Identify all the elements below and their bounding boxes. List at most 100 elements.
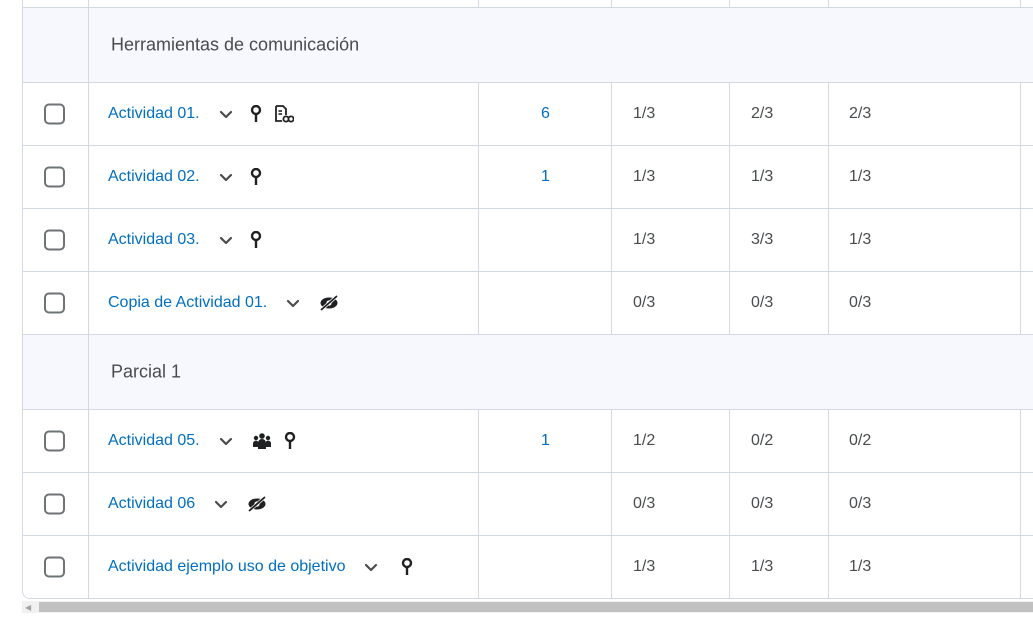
column-divider: [828, 272, 829, 334]
activity-name-cell: Actividad 03.: [108, 231, 262, 249]
activity-name-cell: Actividad 02.: [108, 168, 262, 186]
activities-table: Herramientas de comunicación Actividad 0…: [22, 0, 1033, 599]
table-row: Actividad 02. 1 1/3 1/3 1/3: [23, 146, 1033, 209]
chevron-down-icon[interactable]: [213, 496, 229, 512]
progress-cell: 0/3: [633, 495, 656, 512]
table-row: Actividad ejemplo uso de objetivo 1/3 1/…: [23, 536, 1033, 598]
column-divider: [611, 209, 612, 271]
row-checkbox[interactable]: [44, 166, 65, 188]
activity-link[interactable]: Actividad 03.: [108, 231, 200, 249]
row-checkbox[interactable]: [44, 430, 65, 452]
table-row: Actividad 06 0/3 0/3 0/3: [23, 473, 1033, 536]
progress-cell: 1/3: [849, 231, 872, 248]
progress-cell: 0/3: [633, 294, 656, 311]
release-conditions-icon: [274, 105, 294, 123]
column-divider: [478, 272, 479, 334]
activity-link[interactable]: Actividad 06: [108, 495, 195, 513]
objective-icon: [402, 558, 413, 575]
column-divider: [88, 272, 89, 334]
table-header-row: [23, 0, 1033, 8]
chevron-down-icon[interactable]: [218, 106, 234, 122]
row-checkbox[interactable]: [44, 103, 65, 125]
progress-cell: 1/3: [751, 558, 774, 575]
hidden-icon: [248, 496, 267, 512]
progress-cell: 1/3: [849, 558, 872, 575]
column-divider: [88, 410, 89, 472]
column-divider: [729, 209, 730, 271]
scroll-left-arrow-icon[interactable]: ◀: [25, 603, 35, 612]
column-divider: [611, 272, 612, 334]
column-divider: [1020, 83, 1021, 145]
column-divider: [828, 146, 829, 208]
section-row: Parcial 1: [23, 335, 1033, 410]
column-divider: [611, 146, 612, 208]
activity-name-cell: Copia de Actividad 01.: [108, 294, 339, 312]
column-divider: [1020, 209, 1021, 271]
column-divider: [88, 335, 89, 409]
count-link[interactable]: 6: [541, 105, 550, 123]
column-divider: [729, 536, 730, 598]
column-divider: [478, 536, 479, 598]
column-divider: [729, 83, 730, 145]
column-divider: [478, 146, 479, 208]
table-row: Actividad 01. 6 1/3 2/3 2/3: [23, 83, 1033, 146]
hidden-icon: [320, 295, 339, 311]
row-checkbox[interactable]: [44, 292, 65, 314]
count-link[interactable]: 1: [541, 168, 550, 186]
row-checkbox[interactable]: [44, 229, 65, 251]
column-divider: [88, 8, 89, 82]
progress-cell: 1/2: [633, 432, 656, 449]
column-divider: [88, 209, 89, 271]
column-divider: [478, 209, 479, 271]
activity-name-cell: Actividad 06: [108, 495, 267, 513]
column-divider: [729, 410, 730, 472]
row-checkbox[interactable]: [44, 556, 65, 578]
objective-icon: [250, 168, 261, 185]
activity-name-cell: Actividad 05.: [108, 432, 296, 450]
row-checkbox[interactable]: [44, 493, 65, 515]
activity-link[interactable]: Actividad 02.: [108, 168, 200, 186]
objective-icon: [250, 231, 261, 248]
column-divider: [828, 410, 829, 472]
column-divider: [828, 536, 829, 598]
objective-icon: [250, 105, 261, 122]
column-divider: [88, 473, 89, 535]
chevron-down-icon[interactable]: [218, 433, 234, 449]
chevron-down-icon[interactable]: [218, 232, 234, 248]
section-title: Herramientas de comunicación: [111, 34, 360, 55]
column-divider: [828, 473, 829, 535]
column-divider: [478, 410, 479, 472]
progress-cell: 2/3: [751, 105, 774, 122]
progress-cell: 1/3: [633, 168, 656, 185]
table-row: Actividad 03. 1/3 3/3 1/3: [23, 209, 1033, 272]
table-row: Copia de Actividad 01. 0/3 0/3 0/3: [23, 272, 1033, 335]
column-divider: [1020, 146, 1021, 208]
column-divider: [1020, 272, 1021, 334]
column-divider: [729, 146, 730, 208]
column-divider: [828, 83, 829, 145]
count-link[interactable]: 1: [541, 432, 550, 450]
column-divider: [1020, 410, 1021, 472]
activity-link[interactable]: Actividad 05.: [108, 432, 200, 450]
progress-cell: 0/2: [849, 432, 872, 449]
scrollbar-thumb[interactable]: [39, 602, 1033, 612]
column-divider: [729, 272, 730, 334]
chevron-down-icon[interactable]: [363, 559, 379, 575]
activity-link[interactable]: Copia de Actividad 01.: [108, 294, 267, 312]
column-divider: [729, 473, 730, 535]
activity-link[interactable]: Actividad ejemplo uso de objetivo: [108, 558, 345, 576]
progress-cell: 0/3: [849, 294, 872, 311]
progress-cell: 0/3: [849, 495, 872, 512]
column-divider: [611, 83, 612, 145]
activity-link[interactable]: Actividad 01.: [108, 105, 200, 123]
progress-cell: 1/3: [633, 105, 656, 122]
column-divider: [478, 473, 479, 535]
column-divider: [828, 209, 829, 271]
column-divider: [478, 83, 479, 145]
chevron-down-icon[interactable]: [218, 169, 234, 185]
chevron-down-icon[interactable]: [285, 295, 301, 311]
table-row: Actividad 05. 1 1/2 0/2 0/2: [23, 410, 1033, 473]
activity-name-cell: Actividad ejemplo uso de objetivo: [108, 558, 413, 576]
horizontal-scrollbar[interactable]: ◀: [22, 601, 1033, 613]
progress-cell: 0/2: [751, 432, 774, 449]
